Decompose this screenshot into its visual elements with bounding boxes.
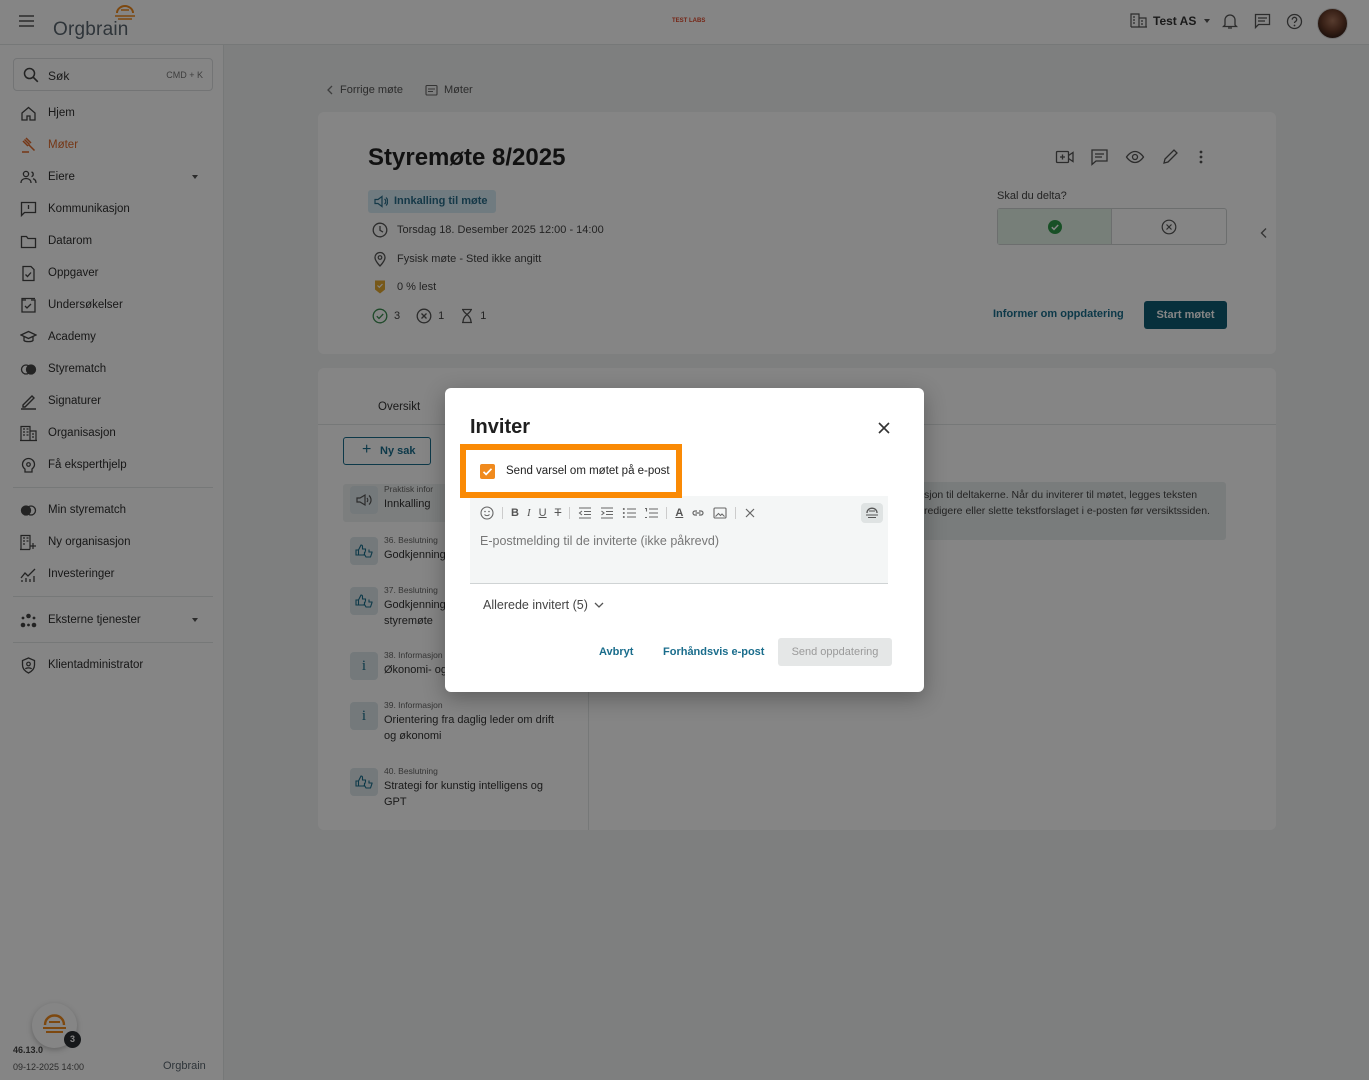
invite-dialog: Inviter B I U T A E-postmelding til de i… — [445, 388, 924, 692]
already-invited-toggle[interactable]: Allerede invitert (5) — [483, 598, 604, 612]
numbered-list-icon[interactable] — [644, 507, 659, 519]
indent-decrease-icon[interactable] — [578, 507, 592, 519]
italic-icon[interactable]: I — [527, 507, 531, 519]
clear-format-icon[interactable] — [744, 507, 756, 519]
preview-email-button[interactable]: Forhåndsvis e-post — [663, 646, 764, 658]
checkmark-icon — [482, 468, 493, 476]
indent-increase-icon[interactable] — [600, 507, 614, 519]
link-icon[interactable] — [691, 507, 705, 519]
email-message-editor[interactable]: B I U T A E-postmelding til de inviterte… — [470, 496, 888, 584]
ai-brain-icon — [866, 507, 878, 519]
toolbar-divider — [502, 507, 503, 519]
email-notify-checkbox-highlight[interactable]: Send varsel om møtet på e-post — [460, 444, 682, 498]
close-icon[interactable] — [877, 421, 891, 435]
ai-assist-button[interactable] — [861, 503, 883, 523]
bullet-list-icon[interactable] — [622, 507, 637, 519]
chevron-down-icon — [594, 602, 604, 608]
email-notify-checkbox[interactable] — [480, 464, 495, 479]
toolbar-divider — [569, 507, 571, 519]
text-color-icon[interactable]: A — [675, 507, 683, 519]
toolbar-divider — [735, 507, 737, 519]
send-update-button[interactable]: Send oppdatering — [778, 638, 892, 666]
toolbar-divider — [666, 507, 668, 519]
cancel-button[interactable]: Avbryt — [599, 646, 633, 658]
emoji-icon[interactable] — [480, 506, 494, 520]
underline-icon[interactable]: U — [539, 507, 547, 519]
email-notify-label: Send varsel om møtet på e-post — [506, 465, 670, 477]
bold-icon[interactable]: B — [511, 507, 519, 519]
email-message-placeholder: E-postmelding til de inviterte (ikke påk… — [480, 534, 719, 548]
strikethrough-icon[interactable]: T — [555, 507, 562, 519]
image-icon[interactable] — [713, 507, 727, 519]
dialog-title: Inviter — [470, 416, 531, 438]
editor-toolbar: B I U T A — [480, 506, 756, 520]
